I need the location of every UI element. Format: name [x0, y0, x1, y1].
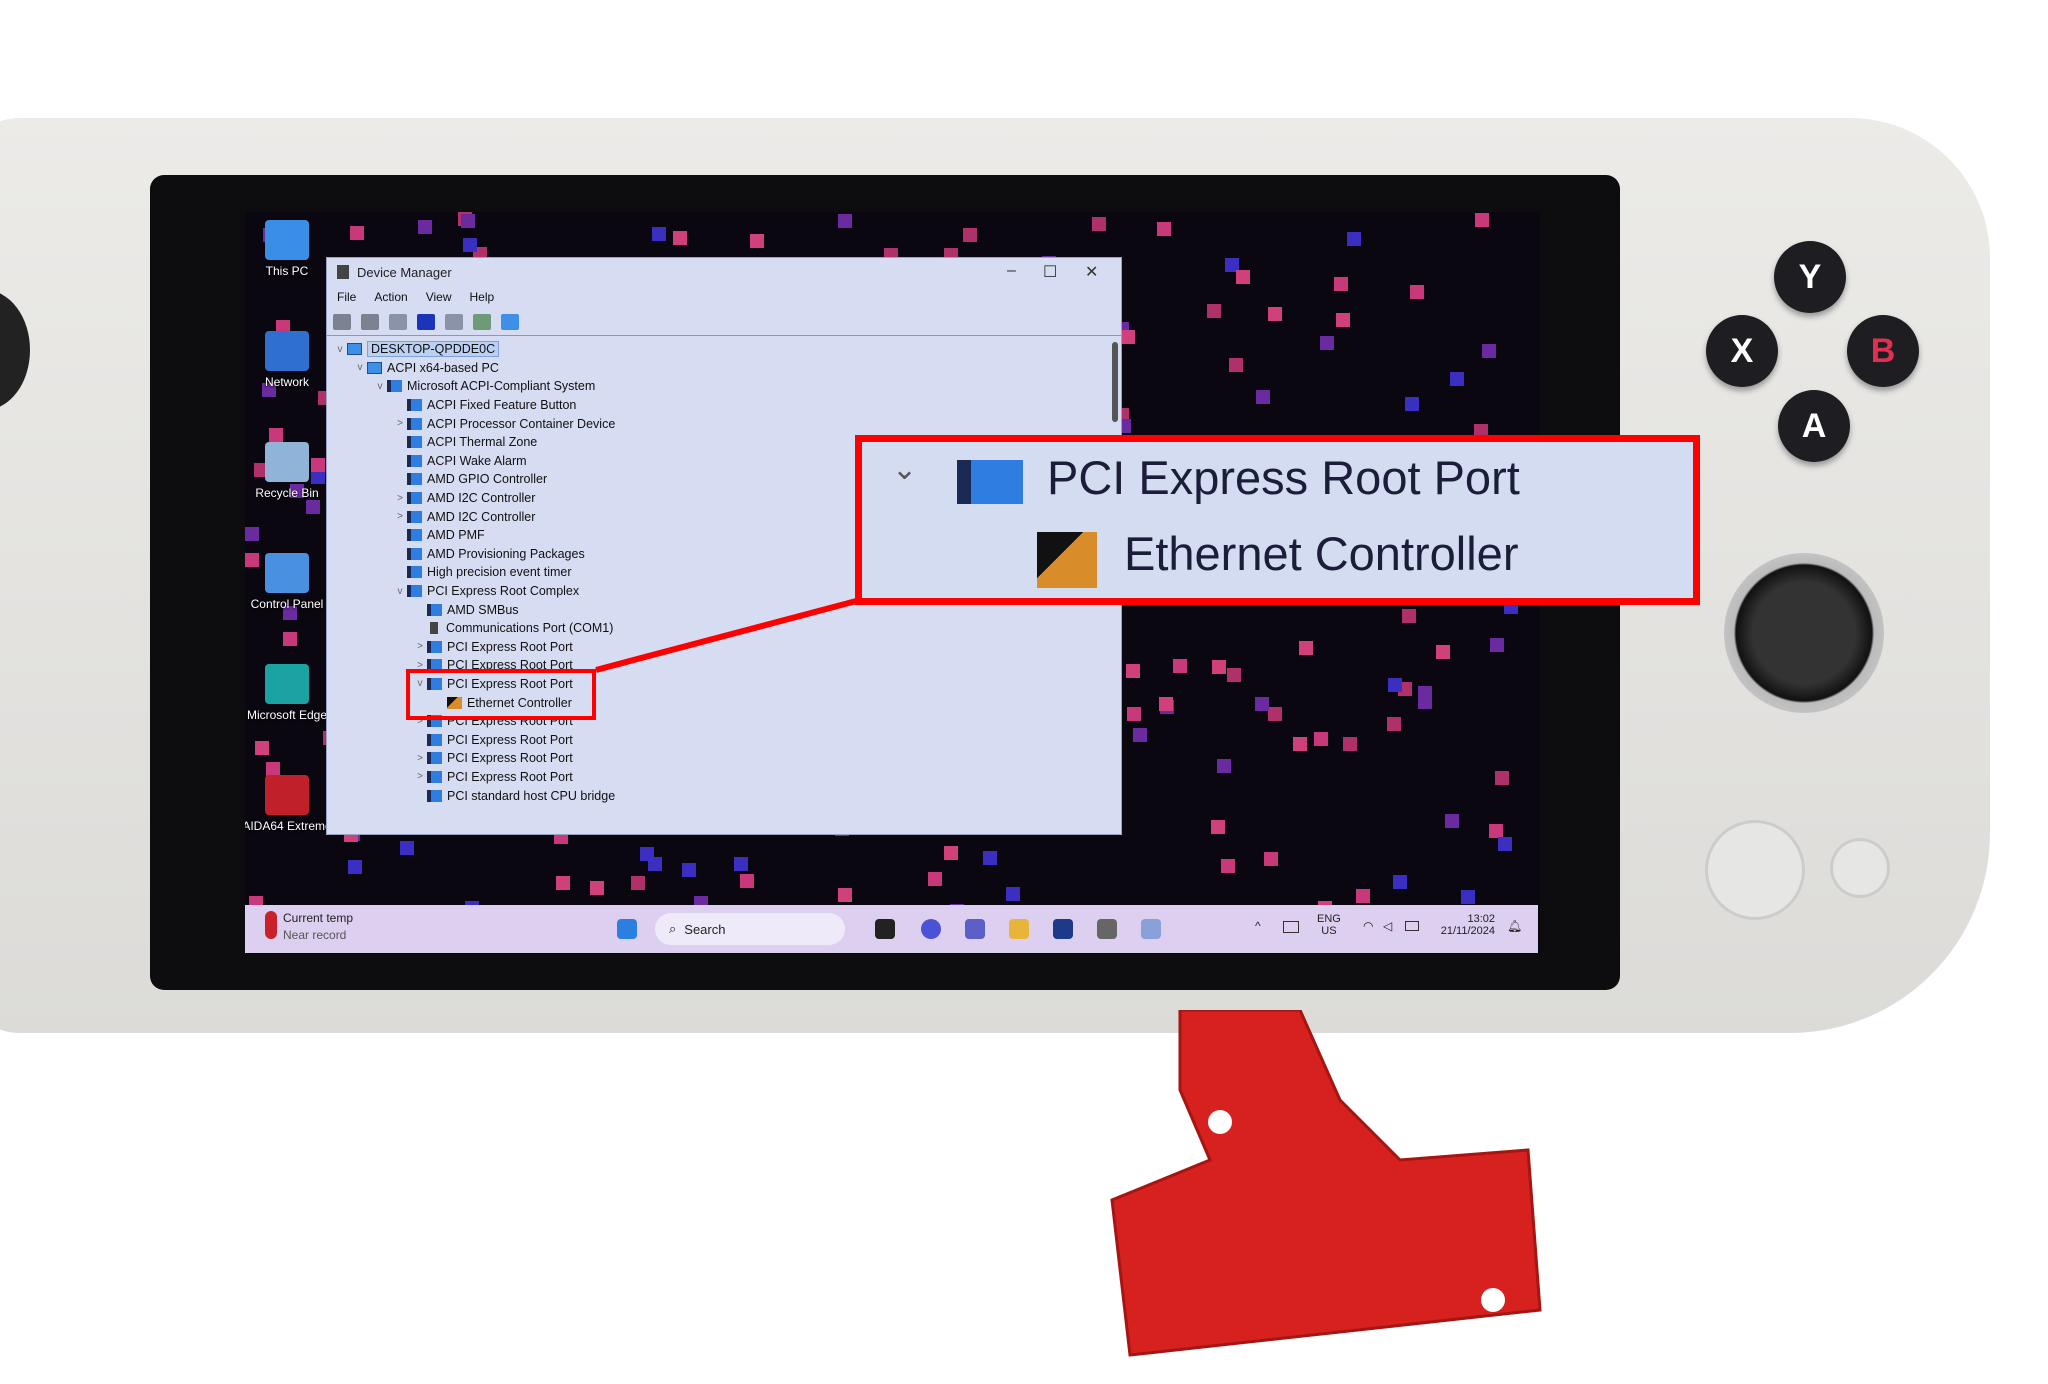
zoom-callout: ⌄ PCI Express Root Port Ethernet Control…	[855, 435, 1700, 605]
callout-chevron-icon: ⌄	[892, 453, 918, 486]
highlight-box	[406, 669, 596, 720]
callout-child-label: Ethernet Controller	[1124, 527, 1519, 580]
red-pcb-adapter	[1110, 1010, 1542, 1357]
b-button[interactable]: B	[1847, 315, 1919, 387]
callout-warning-icon	[1037, 532, 1097, 588]
callout-line	[595, 597, 861, 673]
x-button[interactable]: X	[1706, 315, 1778, 387]
callout-pci-icon	[957, 460, 1023, 504]
y-button[interactable]: Y	[1774, 241, 1846, 313]
menu-logo-button[interactable]	[1705, 820, 1805, 920]
callout-parent-label: PCI Express Root Port	[1047, 451, 1520, 504]
right-joystick[interactable]	[1724, 553, 1884, 713]
options-button[interactable]	[1830, 838, 1890, 898]
callout-connector	[595, 597, 861, 673]
a-button[interactable]: A	[1778, 390, 1850, 462]
